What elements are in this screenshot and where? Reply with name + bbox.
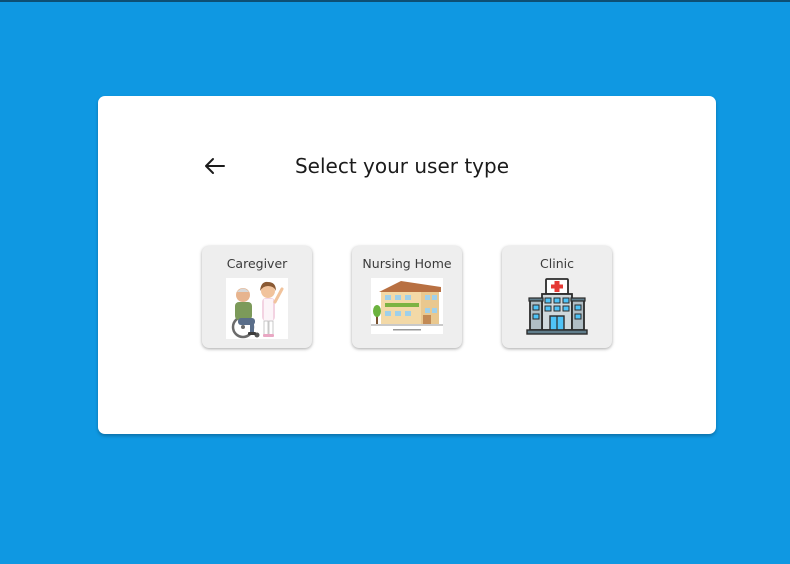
user-type-nursing-home[interactable]: Nursing Home <box>352 246 462 348</box>
user-type-label: Nursing Home <box>362 256 452 271</box>
window-top-border <box>0 0 790 2</box>
back-button[interactable] <box>200 152 228 180</box>
user-type-caregiver[interactable]: Caregiver <box>202 246 312 348</box>
caregiver-wheelchair-illustration <box>226 278 288 339</box>
page-title: Select your user type <box>294 154 510 178</box>
clinic-hospital-icon <box>526 278 588 335</box>
nursing-home-building-illustration <box>371 278 443 334</box>
user-type-label: Clinic <box>540 256 574 271</box>
user-type-dialog: Select your user type Caregiver Nursing … <box>98 96 716 434</box>
user-type-clinic[interactable]: Clinic <box>502 246 612 348</box>
user-type-label: Caregiver <box>226 256 288 271</box>
arrow-left-icon <box>205 158 225 174</box>
